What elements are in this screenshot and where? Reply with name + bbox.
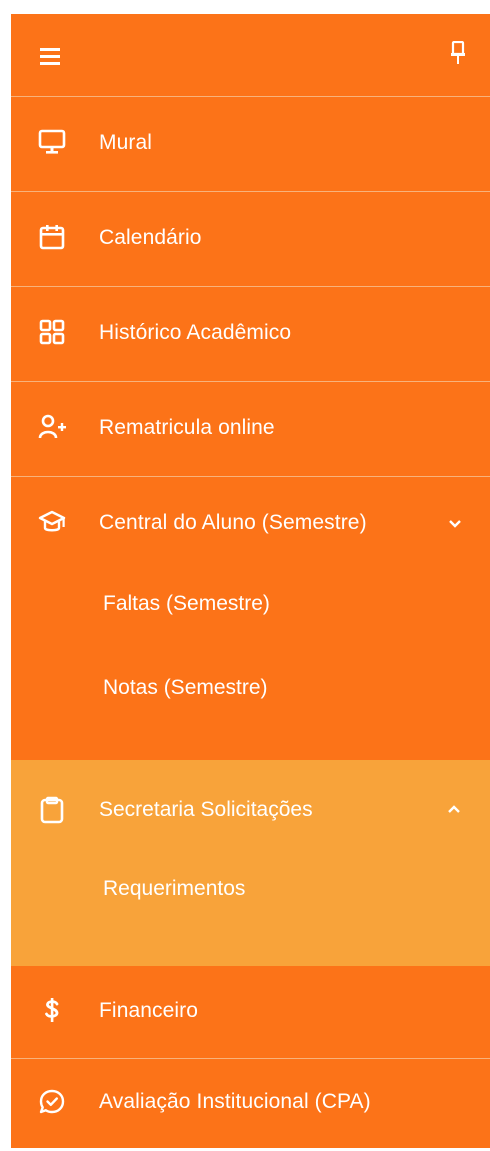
grid-icon — [38, 318, 66, 346]
sidebar-item-central-do-aluno[interactable]: Central do Aluno (Semestre) — [11, 477, 490, 571]
chevron-up-icon — [447, 804, 461, 814]
hamburger-menu-icon[interactable] — [38, 45, 62, 67]
sidebar-item-rematricula[interactable]: Rematricula online — [11, 382, 490, 477]
clipboard-icon — [38, 796, 66, 824]
sidebar-item-financeiro[interactable]: Financeiro — [11, 966, 490, 1059]
sidebar-item-avaliacao[interactable]: Avaliação Institucional (CPA) — [11, 1059, 490, 1148]
sidebar-menu: Mural Calendário Histórico Acadêmico Rem… — [11, 14, 490, 1148]
chat-check-icon — [38, 1088, 66, 1116]
graduation-cap-icon — [38, 508, 66, 536]
sidebar-item-label: Rematricula online — [99, 416, 275, 439]
sidebar-item-calendario[interactable]: Calendário — [11, 192, 490, 287]
user-plus-icon — [38, 413, 66, 441]
pin-icon[interactable] — [451, 41, 465, 65]
sidebar-item-label: Mural — [99, 131, 153, 154]
submenu-item-notas[interactable]: Notas (Semestre) — [103, 676, 268, 700]
sidebar-item-secretaria[interactable]: Secretaria Solicitações — [11, 760, 490, 856]
sidebar-item-label: Histórico Acadêmico — [99, 321, 292, 344]
submenu-item-requerimentos[interactable]: Requerimentos — [103, 877, 245, 901]
sidebar-item-historico[interactable]: Histórico Acadêmico — [11, 287, 490, 382]
dollar-icon — [38, 996, 66, 1024]
chevron-down-icon — [448, 519, 462, 529]
sidebar-item-label: Central do Aluno (Semestre) — [99, 511, 367, 534]
sidebar-item-label: Avaliação Institucional (CPA) — [99, 1090, 371, 1113]
sidebar-item-label: Secretaria Solicitações — [99, 798, 313, 821]
monitor-icon — [38, 128, 66, 156]
calendar-icon — [38, 223, 66, 251]
sidebar-item-label: Calendário — [99, 226, 202, 249]
submenu-item-faltas[interactable]: Faltas (Semestre) — [103, 592, 270, 616]
sidebar-item-mural[interactable]: Mural — [11, 97, 490, 192]
sidebar-section-secretaria: Secretaria Solicitações Requerimentos — [11, 760, 490, 966]
sidebar-header — [11, 14, 490, 97]
sidebar-item-label: Financeiro — [99, 999, 199, 1022]
